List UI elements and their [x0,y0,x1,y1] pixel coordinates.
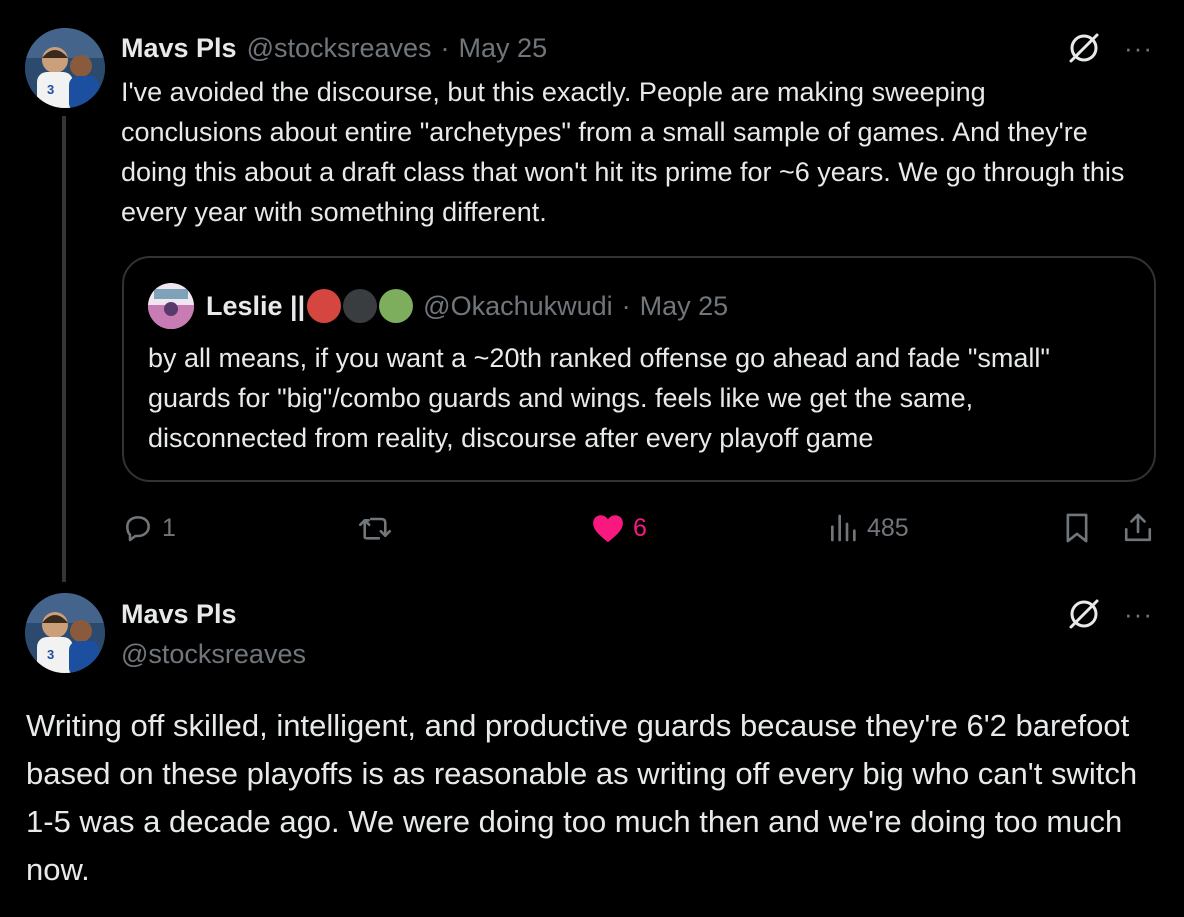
more-icon[interactable]: ··· [1124,601,1153,627]
share-icon [1124,513,1152,542]
avatar[interactable]: 3 [25,28,105,108]
tweet-corner-actions: ··· [1066,30,1153,66]
more-icon[interactable]: ··· [1124,35,1153,61]
tweet-header: Mavs Pls @stocksreaves · May 25 [121,28,547,68]
reply-count: 1 [162,513,176,542]
author-handle[interactable]: @stocksreaves [247,33,432,64]
black-circle-emoji [343,289,378,323]
quoted-text: by all means, if you want a ~20th ranked… [148,343,1051,453]
svg-text:3: 3 [47,82,54,97]
svg-text:3: 3 [47,647,54,662]
quoted-tweet[interactable]: Leslie || @Okachukwudi · May 25 by all m… [122,256,1156,482]
reply-button[interactable]: 1 [122,508,176,548]
quoted-header: Leslie || @Okachukwudi · May 25 [148,283,729,329]
views-icon [831,514,856,542]
thread-line [62,116,66,582]
quoted-avatar [148,283,194,329]
separator: · [440,32,450,63]
like-button[interactable]: 6 [591,508,647,548]
grok-icon[interactable] [1066,596,1102,632]
reply-icon [126,516,150,542]
share-button[interactable] [1122,508,1154,548]
bookmark-button[interactable] [1061,508,1093,548]
retweet-button[interactable] [357,508,401,548]
tweet-date[interactable]: May 25 [459,33,548,64]
avatar-photo: 3 [25,593,105,673]
separator: · [621,290,631,321]
author-name[interactable]: Mavs Pls [121,594,237,634]
green-circle-emoji [379,289,414,323]
quoted-handle: @Okachukwudi [423,290,613,321]
quoted-date: May 25 [639,290,729,321]
bookmark-icon [1066,513,1088,543]
avatar[interactable]: 3 [25,593,105,673]
tweet-text: Writing off skilled, intelligent, and pr… [26,708,1138,887]
quoted-avatar-photo [148,283,194,329]
views-count: 485 [867,513,909,542]
avatar-photo: 3 [25,28,105,108]
grok-icon[interactable] [1066,30,1102,66]
red-circle-emoji [307,289,342,323]
like-count: 6 [633,513,647,542]
retweet-icon [358,517,392,540]
tweet-corner-actions: ··· [1066,596,1153,632]
quoted-author-name: Leslie || [206,290,306,321]
author-name[interactable]: Mavs Pls [121,33,237,64]
tweet-text: I've avoided the discourse, but this exa… [121,77,1125,227]
heart-icon [593,515,623,543]
views-button[interactable]: 485 [827,508,909,548]
author-handle[interactable]: @stocksreaves [121,634,306,674]
